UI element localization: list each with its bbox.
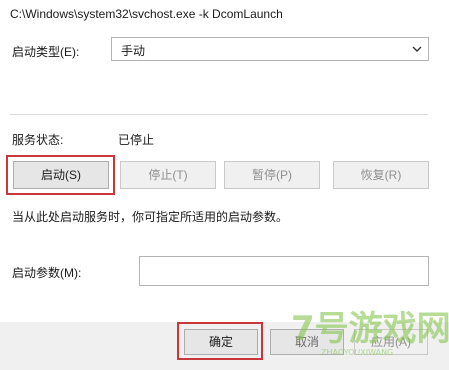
watermark-logo: 7号游戏网 ZHAOYOUXIWANG <box>291 309 449 357</box>
chevron-down-icon <box>412 46 422 52</box>
start-params-input[interactable] <box>139 256 429 286</box>
svg-text:7号游戏网: 7号游戏网 <box>291 309 449 349</box>
startup-type-select[interactable]: 手动 <box>111 37 429 61</box>
svg-text:ZHAOYOUXIWANG: ZHAOYOUXIWANG <box>321 348 393 357</box>
divider <box>10 114 428 115</box>
ok-button[interactable]: 确定 <box>184 329 258 355</box>
resume-button[interactable]: 恢复(R) <box>333 161 429 189</box>
start-params-label: 启动参数(M): <box>12 266 82 280</box>
start-button[interactable]: 启动(S) <box>13 161 109 189</box>
pause-button[interactable]: 暂停(P) <box>224 161 320 189</box>
service-status-value: 已停止 <box>118 133 155 147</box>
startup-type-label: 启动类型(E): <box>12 45 80 59</box>
executable-path: C:\Windows\system32\svchost.exe -k DcomL… <box>10 7 283 21</box>
start-params-hint: 当从此处启动服务时，你可指定所适用的启动参数。 <box>12 210 289 224</box>
startup-type-value: 手动 <box>121 44 146 58</box>
stop-button[interactable]: 停止(T) <box>120 161 216 189</box>
service-status-label: 服务状态: <box>12 133 64 147</box>
